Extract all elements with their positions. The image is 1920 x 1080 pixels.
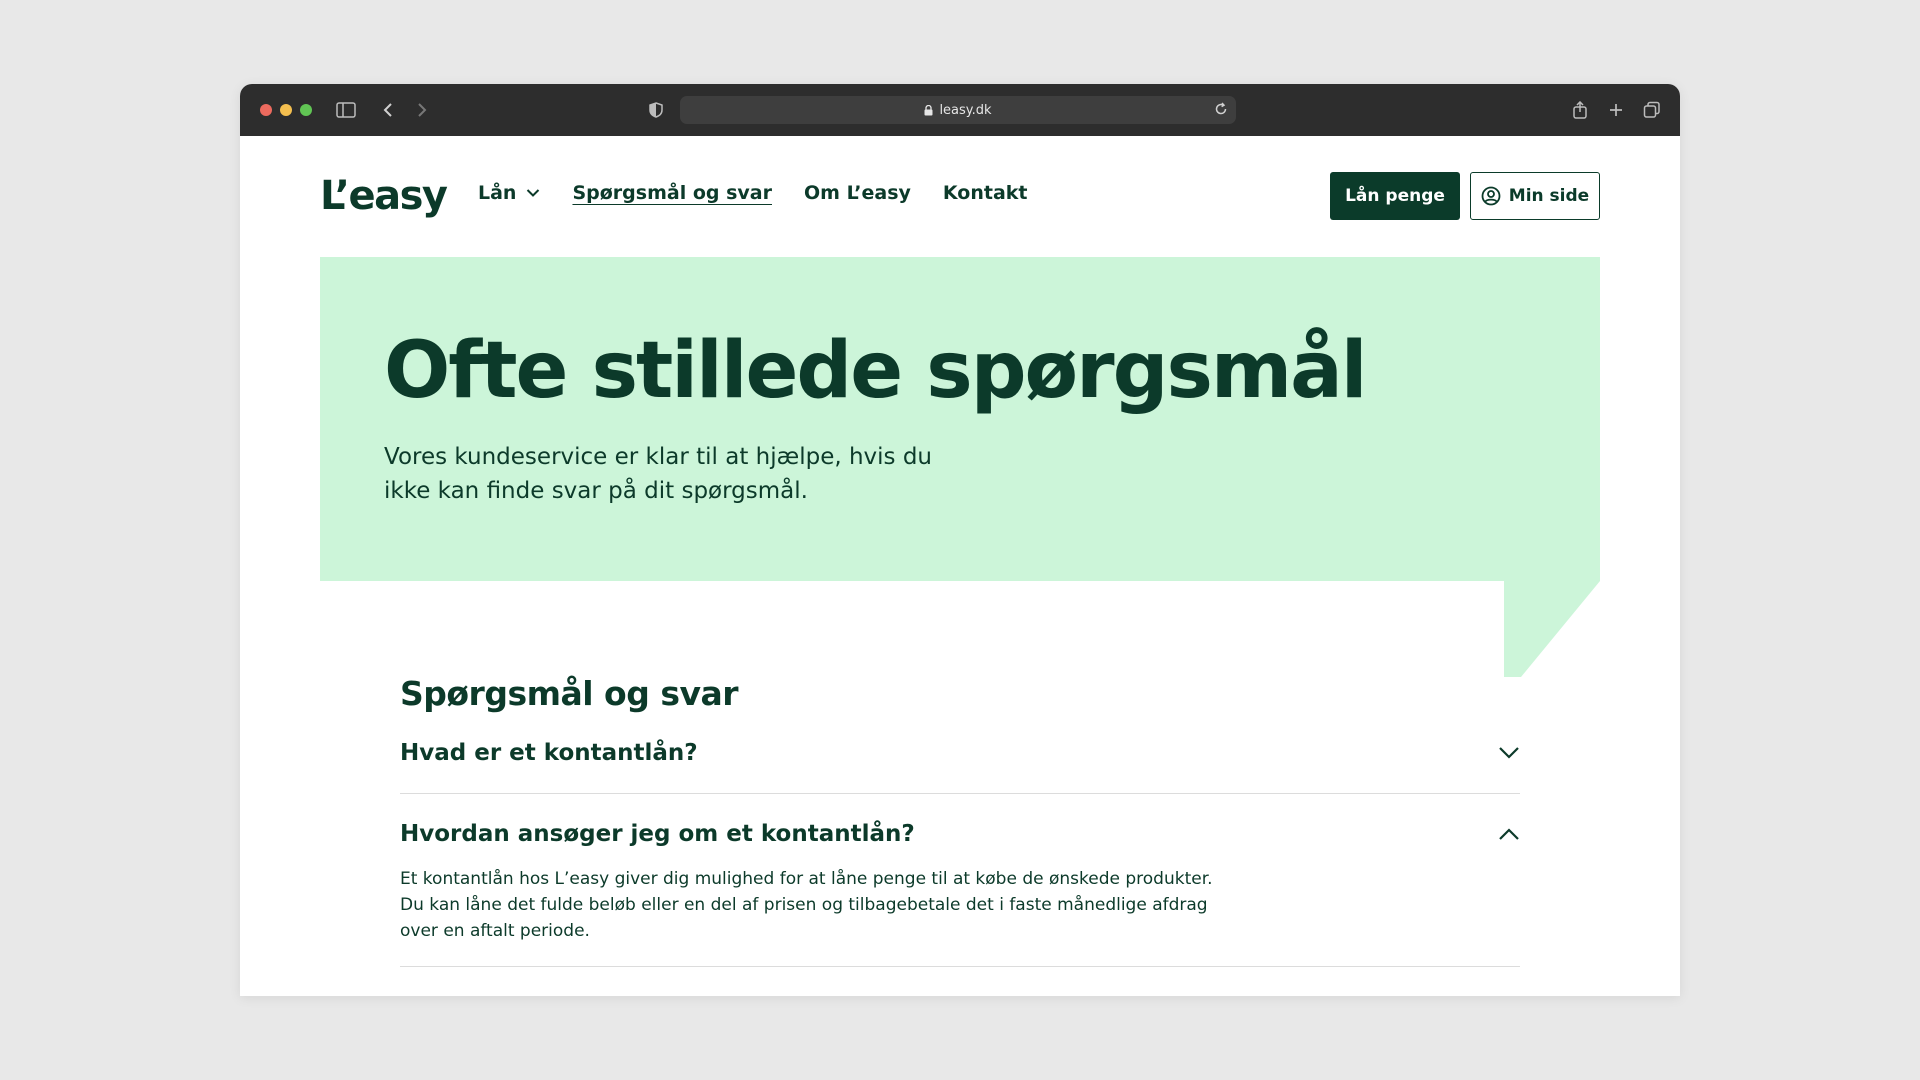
faq-question: Hvad er et kontantlån? — [400, 740, 698, 766]
forward-arrow-icon[interactable] — [412, 100, 432, 120]
user-circle-icon — [1481, 186, 1501, 206]
new-tab-plus-icon[interactable] — [1606, 100, 1626, 120]
share-icon[interactable] — [1570, 100, 1590, 120]
main-navigation: Lån Spørgsmål og svar Om L’easy Kontakt — [478, 182, 1028, 204]
tab-overview-icon[interactable] — [1642, 100, 1662, 120]
faq-question-toggle[interactable]: Hvad er et kontantlån? — [400, 713, 1520, 793]
hero-description: Vores kundeservice er klar til at hjælpe… — [384, 444, 933, 504]
nav-item-contact[interactable]: Kontakt — [943, 182, 1028, 204]
zoom-window-button[interactable] — [300, 104, 312, 116]
browser-titlebar: leasy.dk — [240, 84, 1680, 136]
my-page-button[interactable]: Min side — [1470, 172, 1600, 220]
faq-question: Hvordan ansøger jeg om et kontantlån? — [400, 821, 915, 847]
chevron-down-icon — [1499, 747, 1519, 759]
my-page-label: Min side — [1508, 186, 1590, 206]
faq-heading: Spørgsmål og svar — [400, 674, 739, 713]
faq-question-toggle[interactable]: Hvordan ansøger jeg om et kontantlån? — [400, 794, 1520, 874]
nav-item-label: Lån — [478, 182, 517, 204]
chevron-up-icon — [1499, 828, 1519, 840]
url-text: leasy.dk — [939, 102, 992, 118]
borrow-money-button[interactable]: Lån penge — [1330, 172, 1460, 220]
browser-window: leasy.dk L’easy Lån Spørgsmål og svar Om… — [240, 84, 1680, 996]
lock-icon — [924, 104, 933, 115]
nav-item-about[interactable]: Om L’easy — [804, 182, 911, 204]
reload-icon[interactable] — [1214, 102, 1228, 116]
faq-section: Spørgsmål og svar Hvad er et kontantlån?… — [400, 674, 1520, 967]
back-arrow-icon[interactable] — [378, 100, 398, 120]
sidebar-toggle-icon[interactable] — [336, 100, 356, 120]
close-window-button[interactable] — [260, 104, 272, 116]
faq-answer: Et kontantlån hos L’easy giver dig mulig… — [400, 869, 1213, 941]
nav-item-laan[interactable]: Lån — [478, 182, 540, 204]
leasy-logo[interactable]: L’easy — [320, 172, 448, 220]
faq-item: Hvordan ansøger jeg om et kontantlån? Et… — [400, 794, 1520, 967]
address-bar[interactable]: leasy.dk — [680, 96, 1236, 124]
page-content: L’easy Lån Spørgsmål og svar Om L’easy K… — [240, 136, 1680, 996]
nav-item-faq[interactable]: Spørgsmål og svar — [572, 182, 772, 204]
faq-item: Hvad er et kontantlån? — [400, 713, 1520, 794]
privacy-shield-icon[interactable] — [646, 100, 666, 120]
site-header: L’easy Lån Spørgsmål og svar Om L’easy K… — [320, 172, 1600, 220]
page-title: Ofte stillede spørgsmål — [384, 326, 1368, 416]
chevron-down-icon — [527, 189, 540, 197]
minimize-window-button[interactable] — [280, 104, 292, 116]
